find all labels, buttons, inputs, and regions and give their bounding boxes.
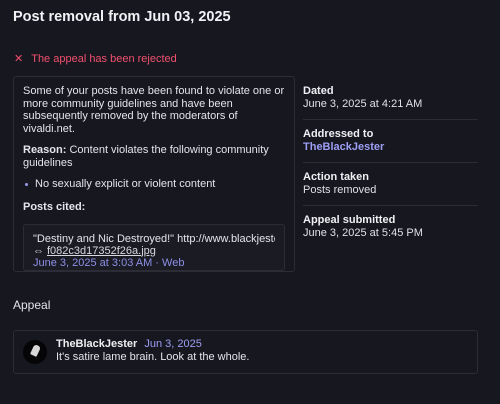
close-icon: ✕: [14, 53, 24, 65]
appeal-date[interactable]: Jun 3, 2025: [144, 338, 202, 351]
bullet-icon: [25, 182, 28, 186]
detail-value: June 3, 2025 at 4:21 AM: [303, 98, 423, 110]
detail-label: Addressed to: [303, 128, 374, 140]
detail-action-taken: Action taken Posts removed: [303, 171, 478, 206]
cited-post-meta[interactable]: June 3, 2025 at 3:03 AM · Web: [33, 257, 275, 269]
rejection-status-text: The appeal has been rejected: [31, 52, 177, 65]
detail-value: June 3, 2025 at 5:45 PM: [303, 227, 423, 239]
detail-label: Dated: [303, 85, 334, 97]
detail-dated: Dated June 3, 2025 at 4:21 AM: [303, 85, 478, 120]
cited-post-text: "Destiny and Nic Destroyed!" http://www.…: [33, 232, 275, 245]
cited-post[interactable]: "Destiny and Nic Destroyed!" http://www.…: [23, 223, 285, 271]
link-icon: ⇔: [33, 244, 44, 257]
detail-appeal-submitted: Appeal submitted June 3, 2025 at 5:45 PM: [303, 214, 478, 248]
rejection-status: ✕ The appeal has been rejected: [14, 52, 177, 66]
detail-label: Action taken: [303, 171, 370, 183]
appeal-body: TheBlackJester Jun 3, 2025 It's satire l…: [56, 338, 249, 366]
notice-reason: Reason: Content violates the following c…: [23, 144, 285, 169]
appeal-author[interactable]: TheBlackJester: [56, 338, 137, 351]
guideline-item: No sexually explicit or violent content: [25, 178, 285, 190]
addressed-user-link[interactable]: TheBlackJester: [303, 141, 478, 154]
details-panel: Dated June 3, 2025 at 4:21 AM Addressed …: [303, 85, 478, 256]
appeal-text: It's satire lame brain. Look at the whol…: [56, 351, 250, 363]
detail-label: Appeal submitted: [303, 214, 396, 226]
appeal-heading: Appeal: [13, 298, 51, 312]
posts-cited-label: Posts cited:: [23, 201, 86, 213]
avatar[interactable]: [23, 340, 47, 364]
attachment-filename: f082c3d17352f26a.jpg: [47, 244, 156, 257]
detail-addressed-to: Addressed to TheBlackJester: [303, 128, 478, 163]
cited-post-attachment-link[interactable]: ⇔ f082c3d17352f26a.jpg: [33, 245, 275, 257]
reason-label: Reason:: [23, 144, 67, 156]
guideline-text: No sexually explicit or violent content: [35, 178, 216, 190]
removal-notice-card: Some of your posts have been found to vi…: [13, 76, 295, 272]
appeal-message: TheBlackJester Jun 3, 2025 It's satire l…: [13, 330, 478, 374]
detail-value: Posts removed: [303, 184, 377, 196]
notice-intro: Some of your posts have been found to vi…: [23, 85, 285, 135]
page-title: Post removal from Jun 03, 2025: [13, 9, 231, 25]
